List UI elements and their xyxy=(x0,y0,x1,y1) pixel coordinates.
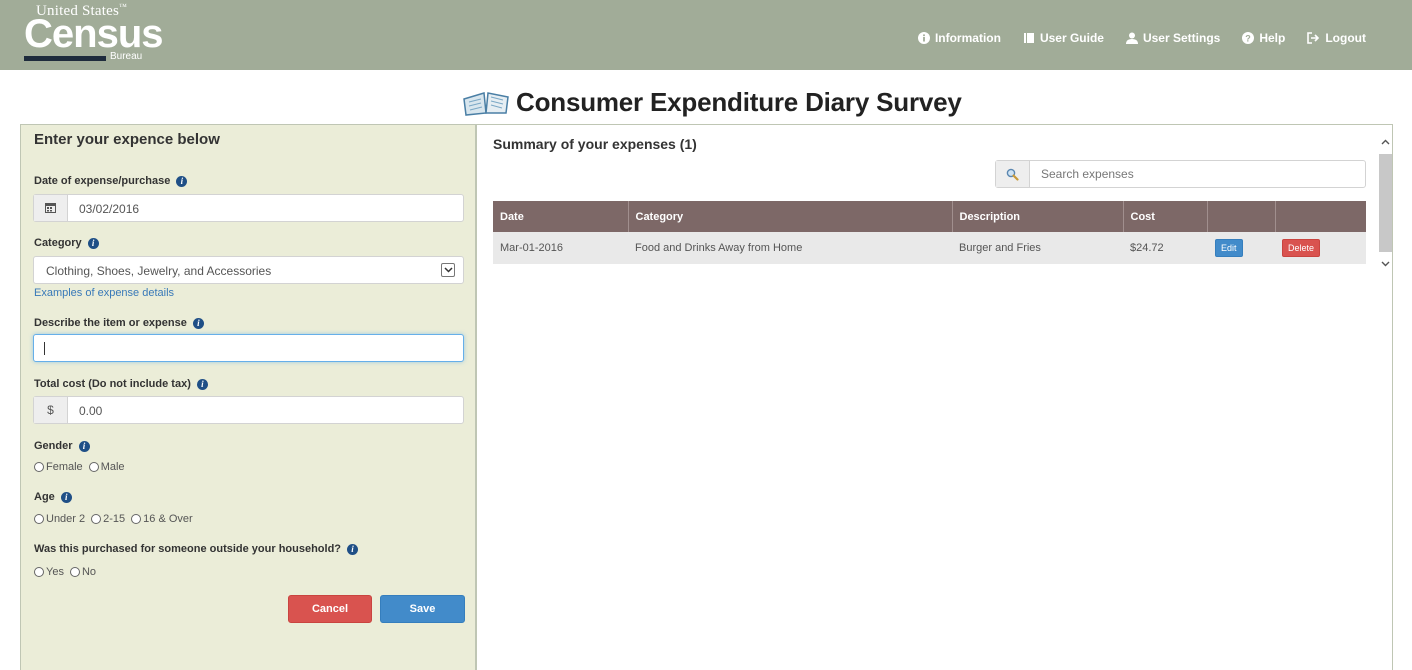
scrollbar-thumb[interactable] xyxy=(1379,154,1392,252)
save-button[interactable]: Save xyxy=(380,595,465,623)
cell-cost: $24.72 xyxy=(1123,232,1207,264)
describe-label-text: Describe the item or expense xyxy=(34,317,187,329)
logo-bar xyxy=(24,56,106,61)
logout-icon xyxy=(1307,32,1320,44)
user-icon xyxy=(1125,32,1138,44)
info-icon[interactable]: i xyxy=(87,237,99,249)
nav-help-label: Help xyxy=(1259,31,1286,45)
column-header-date[interactable]: Date xyxy=(493,201,629,232)
info-icon[interactable]: i xyxy=(78,440,90,452)
age-radio-group: Under 2 2-15 16 & Over xyxy=(34,513,193,525)
expenses-table: Date Category Description Cost Mar-01-20… xyxy=(493,201,1366,264)
scroll-down-icon[interactable] xyxy=(1378,256,1393,272)
outside-yes-radio[interactable]: Yes xyxy=(34,566,64,578)
nav-user-guide[interactable]: User Guide xyxy=(1023,31,1104,45)
outside-household-radio-group: Yes No xyxy=(34,566,96,578)
column-header-description[interactable]: Description xyxy=(952,201,1124,232)
gender-label: Gender i xyxy=(34,440,90,452)
age-2-15-radio[interactable]: 2-15 xyxy=(91,513,125,525)
info-circle-icon xyxy=(917,32,930,44)
page-title: Consumer Expenditure Diary Survey xyxy=(516,86,962,117)
age-label-text: Age xyxy=(34,491,55,503)
cancel-button[interactable]: Cancel xyxy=(288,595,372,623)
top-header: United States™ Census Bureau Information… xyxy=(0,0,1412,70)
search-box[interactable] xyxy=(995,160,1366,188)
date-label: Date of expense/purchase i xyxy=(34,175,188,187)
nav-information-label: Information xyxy=(934,31,1001,45)
info-icon[interactable]: i xyxy=(176,175,188,187)
cost-label-text: Total cost (Do not include tax) xyxy=(34,378,191,390)
open-book-icon xyxy=(463,92,509,116)
text-cursor xyxy=(44,342,45,355)
outside-household-label-text: Was this purchased for someone outside y… xyxy=(34,543,342,555)
describe-input[interactable] xyxy=(33,334,464,362)
info-icon[interactable]: i xyxy=(60,491,72,503)
svg-text:?: ? xyxy=(1246,34,1252,44)
category-value: Clothing, Shoes, Jewelry, and Accessorie… xyxy=(46,264,272,278)
info-icon[interactable]: i xyxy=(347,543,359,555)
date-value: 03/02/2016 xyxy=(79,202,140,216)
cost-value: 0.00 xyxy=(79,404,103,418)
nav-user-settings[interactable]: User Settings xyxy=(1125,31,1221,45)
page-title-area: Consumer Expenditure Diary Survey xyxy=(462,84,962,120)
top-nav: Information User Guide User Settings ? H… xyxy=(917,31,1366,45)
nav-logout[interactable]: Logout xyxy=(1307,31,1366,45)
date-field[interactable]: 03/02/2016 xyxy=(33,194,464,222)
nav-user-guide-label: User Guide xyxy=(1039,31,1104,45)
nav-user-settings-label: User Settings xyxy=(1142,31,1221,45)
search-input[interactable] xyxy=(1041,166,1341,182)
nav-help[interactable]: ? Help xyxy=(1242,31,1285,45)
category-label: Category i xyxy=(34,237,99,249)
expense-summary-panel: Summary of your expenses (1) Date Catego… xyxy=(476,124,1393,670)
cost-label: Total cost (Do not include tax) i xyxy=(34,378,208,390)
examples-link[interactable]: Examples of expense details xyxy=(34,287,174,299)
nav-information[interactable]: Information xyxy=(917,31,1001,45)
date-label-text: Date of expense/purchase xyxy=(34,175,171,187)
gender-male-radio[interactable]: Male xyxy=(88,461,125,473)
column-header-delete xyxy=(1275,201,1366,232)
table-header-row: Date Category Description Cost xyxy=(493,201,1366,232)
scrollbar[interactable] xyxy=(1378,124,1393,284)
form-heading: Enter your expence below xyxy=(34,131,220,148)
summary-heading: Summary of your expenses (1) xyxy=(493,136,697,152)
outside-no-radio[interactable]: No xyxy=(69,566,96,578)
column-header-cost[interactable]: Cost xyxy=(1123,201,1208,232)
category-select[interactable]: Clothing, Shoes, Jewelry, and Accessorie… xyxy=(33,256,464,284)
category-label-text: Category xyxy=(34,237,82,249)
cell-description: Burger and Fries xyxy=(952,232,1123,264)
describe-label: Describe the item or expense i xyxy=(34,317,204,329)
nav-logout-label: Logout xyxy=(1325,31,1366,45)
column-header-category[interactable]: Category xyxy=(628,201,953,232)
info-icon[interactable]: i xyxy=(196,378,208,390)
age-label: Age i xyxy=(34,491,72,503)
edit-button[interactable]: Edit xyxy=(1215,239,1243,257)
age-16-over-radio[interactable]: 16 & Over xyxy=(131,513,193,525)
chevron-down-icon[interactable] xyxy=(441,263,455,277)
info-icon[interactable]: i xyxy=(192,317,204,329)
currency-addon: $ xyxy=(34,397,68,423)
expense-form-panel: Enter your expence below Date of expense… xyxy=(20,124,476,670)
book-icon xyxy=(1023,33,1034,43)
gender-radio-group: Female Male xyxy=(34,461,125,473)
gender-label-text: Gender xyxy=(34,440,73,452)
search-icon[interactable] xyxy=(996,161,1030,187)
gender-female-radio[interactable]: Female xyxy=(34,461,83,473)
cost-input[interactable]: $ 0.00 xyxy=(33,396,464,424)
table-row: Mar-01-2016 Food and Drinks Away from Ho… xyxy=(493,232,1366,264)
scroll-up-icon[interactable] xyxy=(1378,134,1393,150)
logo-sub-text: Bureau xyxy=(110,51,143,62)
census-logo[interactable]: United States™ Census Bureau xyxy=(24,2,164,64)
logo-trademark: ™ xyxy=(119,2,128,11)
cell-category: Food and Drinks Away from Home xyxy=(628,232,952,264)
question-circle-icon: ? xyxy=(1242,32,1255,44)
calendar-icon[interactable] xyxy=(34,195,68,221)
cell-date: Mar-01-2016 xyxy=(493,232,628,264)
outside-household-label: Was this purchased for someone outside y… xyxy=(34,543,359,555)
age-under-2-radio[interactable]: Under 2 xyxy=(34,513,85,525)
delete-button[interactable]: Delete xyxy=(1282,239,1321,257)
column-header-edit xyxy=(1207,201,1276,232)
